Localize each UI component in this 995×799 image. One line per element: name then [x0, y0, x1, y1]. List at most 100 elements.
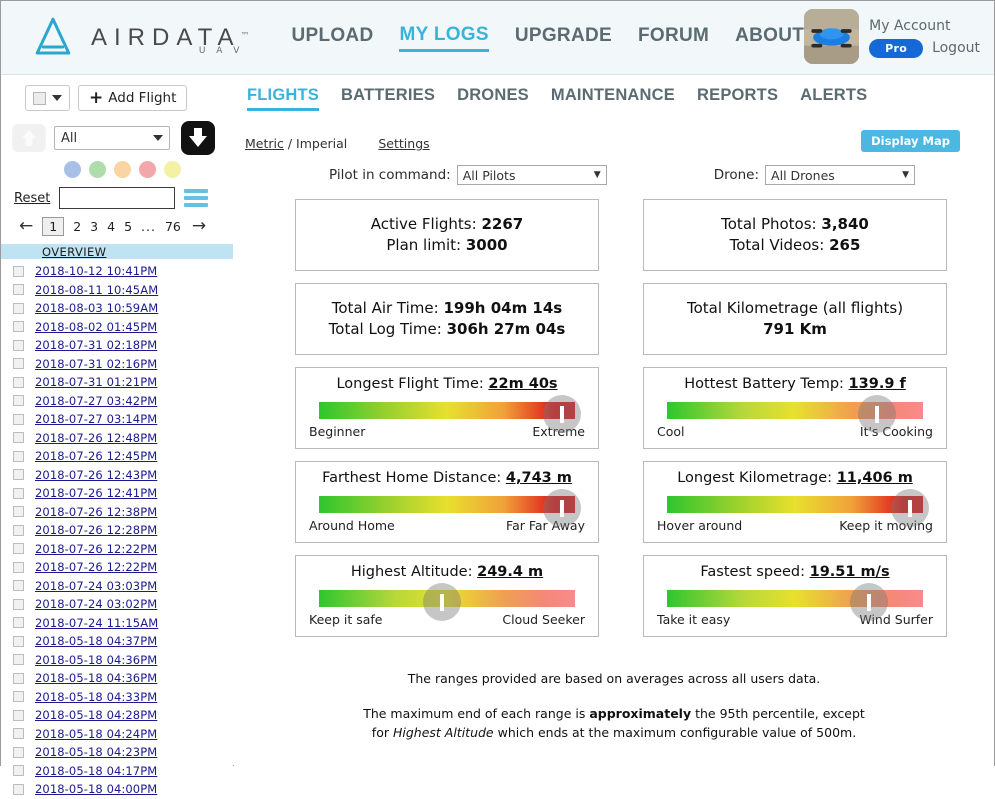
flight-link[interactable]: 2018-07-24 03:02PM [35, 597, 157, 611]
sidebar-search-input[interactable] [59, 187, 176, 209]
flight-checkbox[interactable] [13, 284, 24, 296]
nav-item-upgrade[interactable]: UPGRADE [515, 25, 612, 50]
account-name[interactable]: My Account [869, 16, 980, 36]
flight-link[interactable]: 2018-07-31 02:18PM [35, 338, 157, 352]
flight-checkbox[interactable] [13, 395, 24, 407]
flight-link[interactable]: 2018-05-18 04:37PM [35, 634, 157, 648]
flight-link[interactable]: 2018-07-31 01:21PM [35, 375, 157, 389]
avatar[interactable] [804, 9, 860, 64]
flight-checkbox[interactable] [13, 302, 24, 314]
color-tag-blue[interactable] [64, 161, 81, 178]
flight-checkbox[interactable] [13, 506, 24, 518]
list-item[interactable]: 2018-07-26 12:28PM [1, 521, 233, 540]
nav-item-my-logs[interactable]: MY LOGS [399, 24, 489, 52]
list-item[interactable]: 2018-07-26 12:43PM [1, 466, 233, 485]
flight-checkbox[interactable] [13, 746, 24, 758]
flight-link[interactable]: 2018-07-26 12:41PM [35, 486, 157, 500]
list-item[interactable]: 2018-08-03 10:59AM [1, 299, 233, 318]
list-item[interactable]: 2018-07-26 12:48PM [1, 429, 233, 448]
flight-link[interactable]: 2018-07-26 12:38PM [35, 505, 157, 519]
flight-checkbox[interactable] [13, 691, 24, 703]
flight-checkbox[interactable] [13, 524, 24, 536]
nav-item-forum[interactable]: FORUM [638, 25, 709, 50]
pagination-next[interactable]: → [192, 218, 206, 235]
unit-metric-link[interactable]: Metric [245, 136, 284, 151]
flight-link[interactable]: 2018-05-18 04:00PM [35, 782, 157, 796]
flight-link[interactable]: 2018-07-24 03:03PM [35, 579, 157, 593]
flight-checkbox[interactable] [13, 728, 24, 740]
flight-checkbox[interactable] [13, 321, 24, 333]
flight-link[interactable]: 2018-05-18 04:36PM [35, 671, 157, 685]
flight-checkbox[interactable] [13, 487, 24, 499]
flight-checkbox[interactable] [13, 413, 24, 425]
list-item[interactable]: 2018-05-18 04:33PM [1, 688, 233, 707]
tab-alerts[interactable]: ALERTS [800, 86, 867, 111]
logout-link[interactable]: Logout [932, 40, 980, 56]
reset-link[interactable]: Reset [14, 191, 50, 206]
flight-checkbox[interactable] [13, 376, 24, 388]
list-item[interactable]: 2018-07-26 12:22PM [1, 540, 233, 559]
flight-checkbox[interactable] [13, 580, 24, 592]
flight-link[interactable]: 2018-07-26 12:22PM [35, 560, 157, 574]
sidebar-item-overview[interactable]: OVERVIEW [1, 244, 233, 259]
color-tag-orange[interactable] [114, 161, 131, 178]
flight-link[interactable]: 2018-05-18 04:24PM [35, 727, 157, 741]
flight-link[interactable]: 2018-05-18 04:28PM [35, 708, 157, 722]
list-item[interactable]: 2018-07-27 03:14PM [1, 410, 233, 429]
flight-checkbox[interactable] [13, 672, 24, 684]
flight-checkbox[interactable] [13, 635, 24, 647]
drone-filter-select[interactable]: All Drones ▼ [765, 165, 916, 185]
flight-link[interactable]: 2018-07-26 12:22PM [35, 542, 157, 556]
tab-drones[interactable]: DRONES [457, 86, 529, 111]
flight-link[interactable]: 2018-05-18 04:36PM [35, 653, 157, 667]
flight-checkbox[interactable] [13, 543, 24, 555]
list-item[interactable]: 2018-10-12 10:41PM [1, 262, 233, 281]
flight-link[interactable]: 2018-05-18 04:23PM [35, 745, 157, 759]
flight-link[interactable]: 2018-07-26 12:43PM [35, 468, 157, 482]
flight-checkbox[interactable] [13, 358, 24, 370]
list-item[interactable]: 2018-07-24 03:02PM [1, 595, 233, 614]
flight-link[interactable]: 2018-07-27 03:42PM [35, 394, 157, 408]
color-tag-red[interactable] [139, 161, 156, 178]
airdata-logo[interactable]: AIRDATA™ U A V [29, 14, 249, 62]
flight-checkbox[interactable] [13, 561, 24, 573]
pagination-page-5[interactable]: 5 [124, 219, 132, 234]
flight-checkbox[interactable] [13, 654, 24, 666]
pagination-page-4[interactable]: 4 [107, 219, 115, 234]
list-item[interactable]: 2018-05-18 04:24PM [1, 725, 233, 744]
pagination-prev[interactable]: ← [19, 218, 33, 235]
flight-checkbox[interactable] [13, 265, 24, 277]
pagination-page-2[interactable]: 2 [73, 219, 81, 234]
settings-link[interactable]: Settings [378, 136, 429, 151]
list-item[interactable]: 2018-08-11 10:45AM [1, 281, 233, 300]
pilot-filter-select[interactable]: All Pilots ▼ [456, 165, 607, 185]
list-item[interactable]: 2018-05-18 04:37PM [1, 632, 233, 651]
add-flight-button[interactable]: + Add Flight [78, 85, 188, 111]
list-item[interactable]: 2018-07-26 12:38PM [1, 503, 233, 522]
flight-link[interactable]: 2018-07-27 03:14PM [35, 412, 157, 426]
unit-imperial-link[interactable]: Imperial [296, 136, 347, 151]
flight-checkbox[interactable] [13, 432, 24, 444]
hamburger-icon[interactable] [184, 189, 209, 207]
flight-checkbox[interactable] [13, 450, 24, 462]
flight-link[interactable]: 2018-08-02 01:45PM [35, 320, 157, 334]
pagination-page-3[interactable]: 3 [90, 219, 98, 234]
flight-link[interactable]: 2018-07-24 11:15AM [35, 616, 158, 630]
color-tag-yellow[interactable] [164, 161, 181, 178]
flight-checkbox[interactable] [13, 339, 24, 351]
tab-reports[interactable]: REPORTS [697, 86, 778, 111]
pro-badge[interactable]: Pro [869, 38, 924, 58]
list-item[interactable]: 2018-07-26 12:45PM [1, 447, 233, 466]
list-item[interactable]: 2018-07-31 02:16PM [1, 355, 233, 374]
tab-maintenance[interactable]: MAINTENANCE [551, 86, 675, 111]
tab-batteries[interactable]: BATTERIES [341, 86, 435, 111]
pagination-page-1[interactable]: 1 [42, 217, 65, 236]
flight-link[interactable]: 2018-08-11 10:45AM [35, 283, 158, 297]
list-item[interactable]: 2018-07-27 03:42PM [1, 392, 233, 411]
list-item[interactable]: 2018-08-02 01:45PM [1, 318, 233, 337]
list-item[interactable]: 2018-05-18 04:17PM [1, 762, 233, 781]
flight-link[interactable]: 2018-10-12 10:41PM [35, 264, 157, 278]
select-all-dropdown[interactable] [25, 85, 70, 111]
select-all-checkbox-icon[interactable] [33, 91, 46, 105]
flight-link[interactable]: 2018-07-26 12:45PM [35, 449, 157, 463]
